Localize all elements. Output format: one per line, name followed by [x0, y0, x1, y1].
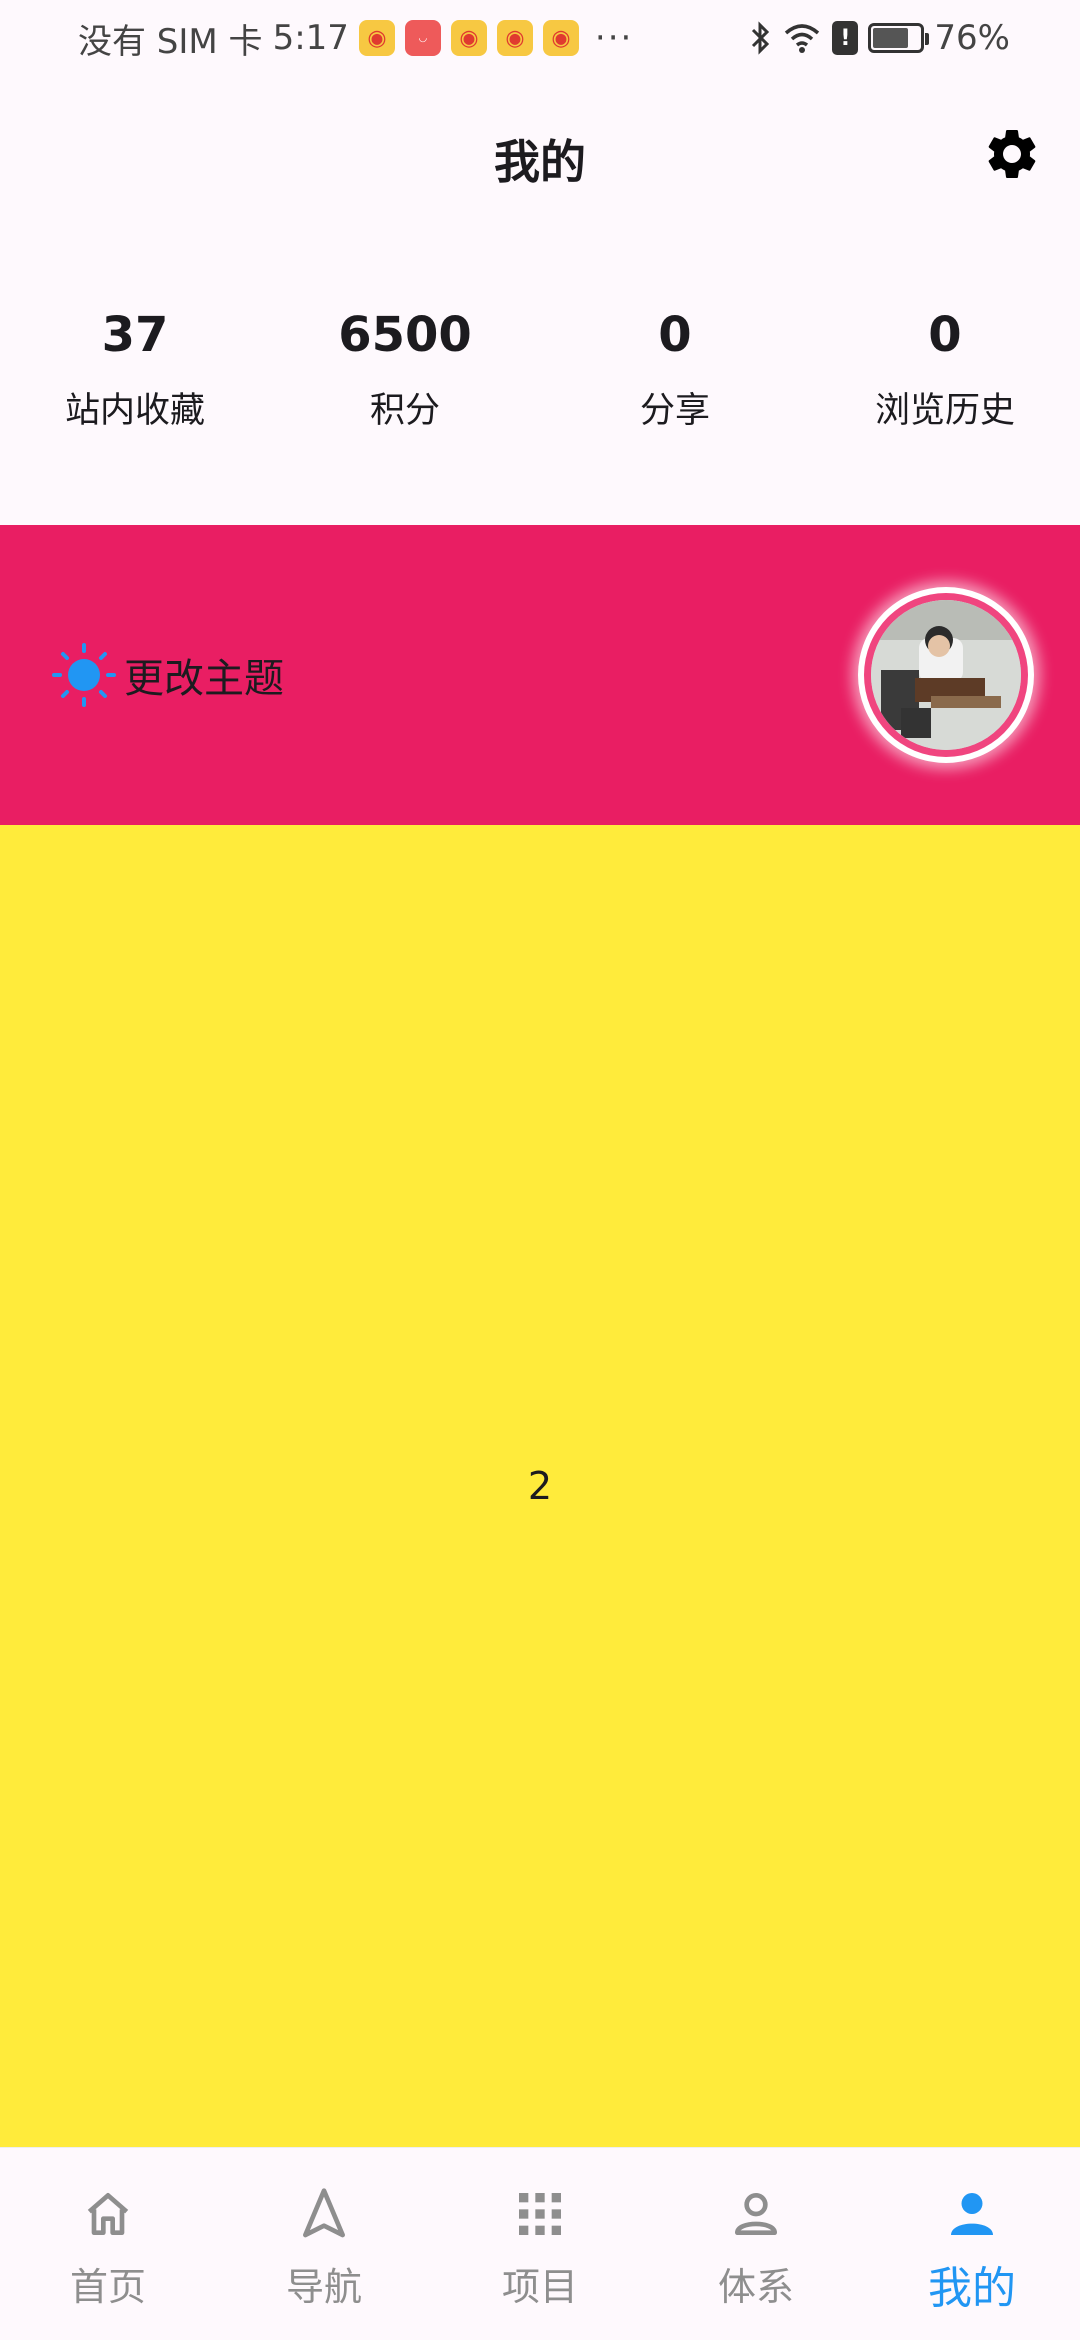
- avatar-border: [864, 593, 1028, 757]
- avatar-image: [871, 600, 1021, 750]
- weibo-icon: ◉: [542, 20, 579, 56]
- home-icon: [80, 2186, 136, 2242]
- change-theme-label: 更改主题: [124, 656, 284, 702]
- battery-level: [873, 28, 909, 48]
- status-right: ! 76%: [750, 18, 1010, 58]
- battery-percent: 76%: [934, 18, 1010, 58]
- tab-content: 2: [0, 825, 1080, 2147]
- stat-label: 站内收藏: [64, 391, 205, 431]
- bottom-navigation: 首页 导航 项目 体系 我的: [0, 2147, 1080, 2340]
- weibo-icon: ◉: [450, 20, 487, 56]
- nav-label: 首页: [69, 2265, 146, 2309]
- sun-icon: [52, 643, 116, 707]
- gear-icon: [988, 129, 1036, 178]
- wifi-icon: [785, 24, 820, 53]
- nav-item-navigation[interactable]: 导航: [216, 2148, 432, 2340]
- stat-points[interactable]: 6500 积分: [270, 300, 540, 460]
- stat-value: 0: [928, 307, 962, 363]
- stat-value: 6500: [338, 307, 472, 363]
- avatar[interactable]: [858, 587, 1034, 763]
- bluetooth-icon: [752, 21, 770, 55]
- more-notifications: ···: [594, 18, 634, 58]
- weibo-icon: ◉: [496, 20, 533, 56]
- status-bar: 没有 SIM 卡 5:17 ◉ ◡ ◉ ◉ ◉ ··· ! 76%: [0, 0, 1080, 76]
- battery-icon: [868, 23, 930, 53]
- stats-row: 37 站内收藏 6500 积分 0 分享 0 浏览历史: [0, 300, 1080, 460]
- stat-value: 37: [101, 307, 169, 363]
- nav-item-mine[interactable]: 我的: [864, 2148, 1080, 2340]
- grid-icon: [512, 2186, 568, 2242]
- nav-label: 导航: [285, 2265, 362, 2309]
- stat-label: 分享: [639, 391, 710, 431]
- stat-shares[interactable]: 0 分享: [540, 300, 810, 460]
- app-bar: 我的: [0, 76, 1080, 236]
- huawei-store-icon: ◡: [404, 20, 441, 56]
- nav-item-system[interactable]: 体系: [648, 2148, 864, 2340]
- person-icon: [944, 2186, 1000, 2242]
- page-title: 我的: [494, 135, 586, 189]
- stat-value: 0: [658, 307, 692, 363]
- nav-label: 项目: [501, 2265, 578, 2309]
- status-left: 没有 SIM 卡 5:17 ◉ ◡ ◉ ◉ ◉ ···: [78, 14, 633, 63]
- nav-label: 体系: [717, 2265, 794, 2309]
- stat-history[interactable]: 0 浏览历史: [810, 300, 1080, 460]
- nav-item-projects[interactable]: 项目: [432, 2148, 648, 2340]
- alert-icon: !: [832, 21, 859, 55]
- carrier-text: 没有 SIM 卡: [78, 21, 263, 62]
- stat-favorites[interactable]: 37 站内收藏: [0, 300, 270, 460]
- avatar-photo: [871, 600, 1021, 750]
- content-text: 2: [527, 1464, 553, 1508]
- nav-item-home[interactable]: 首页: [0, 2148, 216, 2340]
- settings-button[interactable]: [980, 122, 1044, 186]
- person-outline-icon: [728, 2186, 784, 2242]
- navigation-icon: [296, 2186, 352, 2242]
- stat-label: 浏览历史: [874, 391, 1015, 431]
- theme-banner: 更改主题: [0, 525, 1080, 825]
- change-theme-button[interactable]: 更改主题: [50, 637, 284, 713]
- nav-label: 我的: [928, 2263, 1016, 2314]
- weibo-icon: ◉: [358, 20, 395, 56]
- clock: 5:17: [272, 18, 349, 58]
- stat-label: 积分: [369, 391, 440, 431]
